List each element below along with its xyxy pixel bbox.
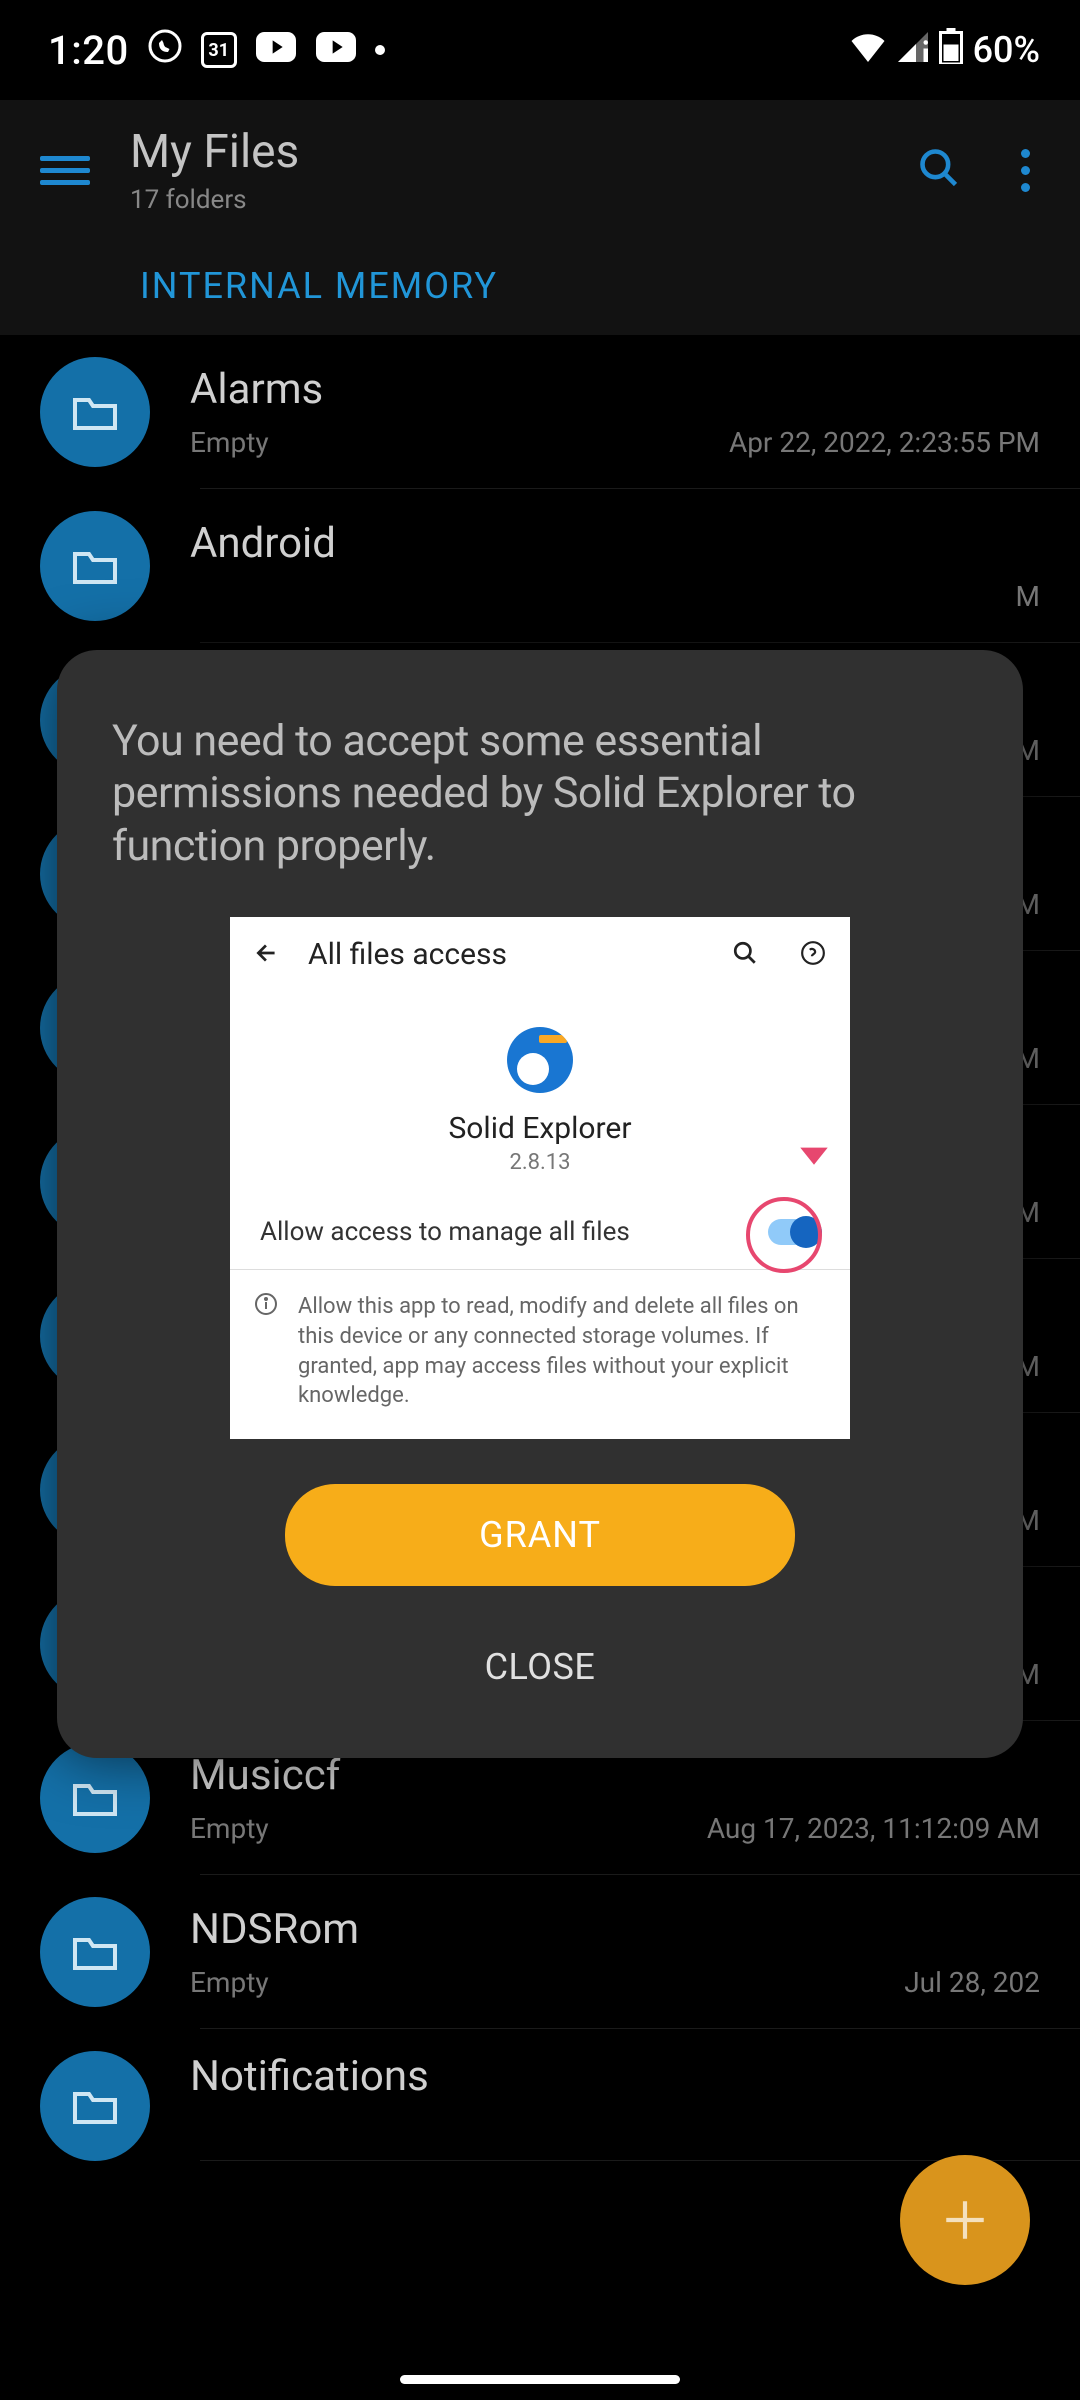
file-sub: Empty: [190, 1966, 269, 1999]
page-title: My Files: [130, 125, 877, 179]
youtube-icon: [255, 29, 297, 71]
signal-icon: [897, 29, 929, 71]
back-icon: [254, 940, 280, 970]
folder-icon: [40, 1743, 150, 1853]
file-date: M: [1016, 580, 1040, 613]
navigation-handle[interactable]: [400, 2375, 680, 2384]
dialog-message: You need to accept some essential permis…: [112, 715, 968, 872]
info-icon: [254, 1292, 278, 1411]
help-icon: [800, 940, 826, 970]
notification-dot-icon: [375, 45, 385, 55]
file-name: NDSRom: [190, 1905, 1040, 1954]
permission-dialog: You need to accept some essential permis…: [57, 650, 1023, 1758]
folder-icon: [40, 1897, 150, 2007]
grant-button[interactable]: GRANT: [285, 1484, 795, 1586]
wifi-icon: [849, 29, 887, 71]
settings-preview-card: All files access Solid Explorer 2.8.13 A…: [230, 917, 850, 1439]
app-version: 2.8.13: [250, 1150, 830, 1175]
folder-icon: [40, 2051, 150, 2161]
file-name: Notifications: [190, 2052, 1040, 2101]
file-name: Musiccf: [190, 1751, 1040, 1800]
list-item[interactable]: Android M: [0, 489, 1080, 643]
list-item[interactable]: Notifications: [0, 2029, 1080, 2161]
toggle-label: Allow access to manage all files: [260, 1217, 630, 1247]
close-button[interactable]: CLOSE: [112, 1646, 968, 1688]
folder-icon: [40, 511, 150, 621]
file-date: Jul 28, 202: [904, 1966, 1040, 1999]
add-button[interactable]: [900, 2155, 1030, 2285]
search-icon: [732, 940, 758, 970]
annotation-arrow-icon: [793, 1127, 835, 1179]
files-access-toggle[interactable]: [768, 1219, 820, 1245]
info-text: Allow this app to read, modify and delet…: [298, 1292, 826, 1411]
file-name: Android: [190, 519, 1040, 568]
status-time: 1:20: [48, 27, 129, 74]
list-item[interactable]: NDSRom Empty Jul 28, 202: [0, 1875, 1080, 2029]
more-options-icon[interactable]: [1021, 149, 1030, 192]
calendar-icon: 31: [201, 32, 237, 68]
menu-icon[interactable]: [40, 156, 90, 185]
whatsapp-icon: [147, 28, 183, 73]
file-date: Aug 17, 2023, 11:12:09 AM: [707, 1812, 1040, 1845]
page-subtitle: 17 folders: [130, 185, 877, 215]
folder-icon: [40, 357, 150, 467]
battery-percent: 60%: [973, 29, 1040, 71]
youtube-icon: [315, 29, 357, 71]
status-bar: 1:20 31 60%: [0, 0, 1080, 100]
file-name: Alarms: [190, 365, 1040, 414]
tab-bar: INTERNAL MEMORY: [0, 240, 1080, 335]
list-item[interactable]: Alarms Empty Apr 22, 2022, 2:23:55 PM: [0, 335, 1080, 489]
file-sub: Empty: [190, 426, 269, 459]
battery-icon: [939, 28, 963, 73]
tab-internal-memory[interactable]: INTERNAL MEMORY: [140, 265, 498, 307]
settings-title: All files access: [308, 937, 704, 972]
app-name: Solid Explorer: [250, 1111, 830, 1146]
app-header: My Files 17 folders: [0, 100, 1080, 240]
file-date: Apr 22, 2022, 2:23:55 PM: [729, 426, 1040, 459]
file-sub: Empty: [190, 1812, 269, 1845]
search-icon[interactable]: [917, 146, 961, 194]
app-icon: [507, 1027, 573, 1093]
